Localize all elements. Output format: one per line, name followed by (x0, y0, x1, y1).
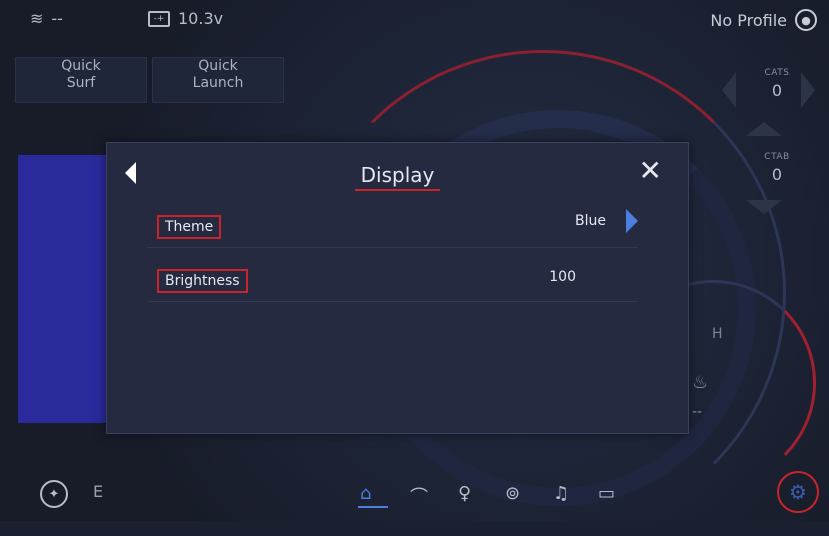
cats-left-arrow-icon[interactable] (722, 72, 736, 108)
ctab-down-arrow-icon[interactable] (746, 200, 782, 214)
heading-direction: E (93, 482, 104, 501)
coolant-temp-icon: ♨ (692, 372, 709, 393)
settings-button[interactable]: ⚙ (777, 471, 819, 513)
home-icon[interactable]: ⌂ (360, 483, 371, 504)
ctab-label: CTAB (764, 152, 790, 162)
quick-launch-button[interactable]: Quick Launch (152, 57, 284, 103)
brightness-value: 100 (549, 269, 576, 285)
ctab-control: CTAB 0 (737, 152, 817, 184)
location-pin-icon[interactable]: ⊚ (505, 483, 520, 504)
gear-icon: ⚙ (789, 480, 807, 504)
compass-icon: ✦ (40, 480, 68, 508)
avatar-icon: ● (795, 9, 817, 31)
close-icon[interactable]: ✕ (639, 157, 662, 185)
theme-row[interactable]: Theme Blue (147, 193, 638, 248)
gauge-h-label: H (712, 326, 723, 342)
screen-icon[interactable]: ▭ (598, 483, 615, 504)
quick-surf-line2: Surf (66, 75, 96, 91)
wave-icon[interactable]: ⌒ (410, 483, 428, 509)
active-tab-indicator (358, 506, 388, 508)
cats-right-arrow-icon[interactable] (801, 72, 815, 108)
profile-label: No Profile (710, 10, 787, 30)
battery-value: 10.3v (178, 9, 224, 28)
quick-surf-line1: Quick (61, 58, 101, 74)
left-color-panel (18, 155, 113, 423)
battery-status: -+ 10.3v (148, 9, 223, 28)
theme-label: Theme (157, 215, 222, 239)
music-note-icon[interactable]: ♫ (553, 483, 569, 504)
display-settings-modal: Display ✕ Theme Blue Brightness 100 (106, 142, 689, 434)
modal-title: Display (107, 163, 688, 191)
temp-value: -- (692, 404, 703, 420)
ctab-value: 0 (771, 165, 783, 184)
theme-value: Blue (575, 213, 606, 229)
water-value: -- (51, 9, 63, 28)
profile-button[interactable]: No Profile ● (710, 9, 817, 31)
light-bulb-icon[interactable]: ♀ (458, 483, 471, 504)
modal-title-text: Display (354, 163, 441, 191)
brightness-label: Brightness (157, 269, 248, 293)
water-temp-icon: ≋ (30, 9, 44, 28)
bottom-nav-bar: ✦ E ⌂ ⌒ ♀ ⊚ ♫ ▭ ⚙ (0, 463, 829, 521)
quick-surf-button[interactable]: Quick Surf (15, 57, 147, 103)
brightness-row[interactable]: Brightness 100 (147, 247, 638, 302)
battery-icon: -+ (148, 10, 170, 27)
quick-launch-line1: Quick (198, 58, 238, 74)
ctab-up-arrow-icon[interactable] (746, 122, 782, 136)
water-status: ≋ -- (30, 9, 63, 28)
top-status-bar: ≋ -- -+ 10.3v No Profile ● (0, 0, 829, 40)
quick-launch-line2: Launch (192, 75, 244, 91)
chevron-right-icon[interactable] (626, 209, 638, 233)
